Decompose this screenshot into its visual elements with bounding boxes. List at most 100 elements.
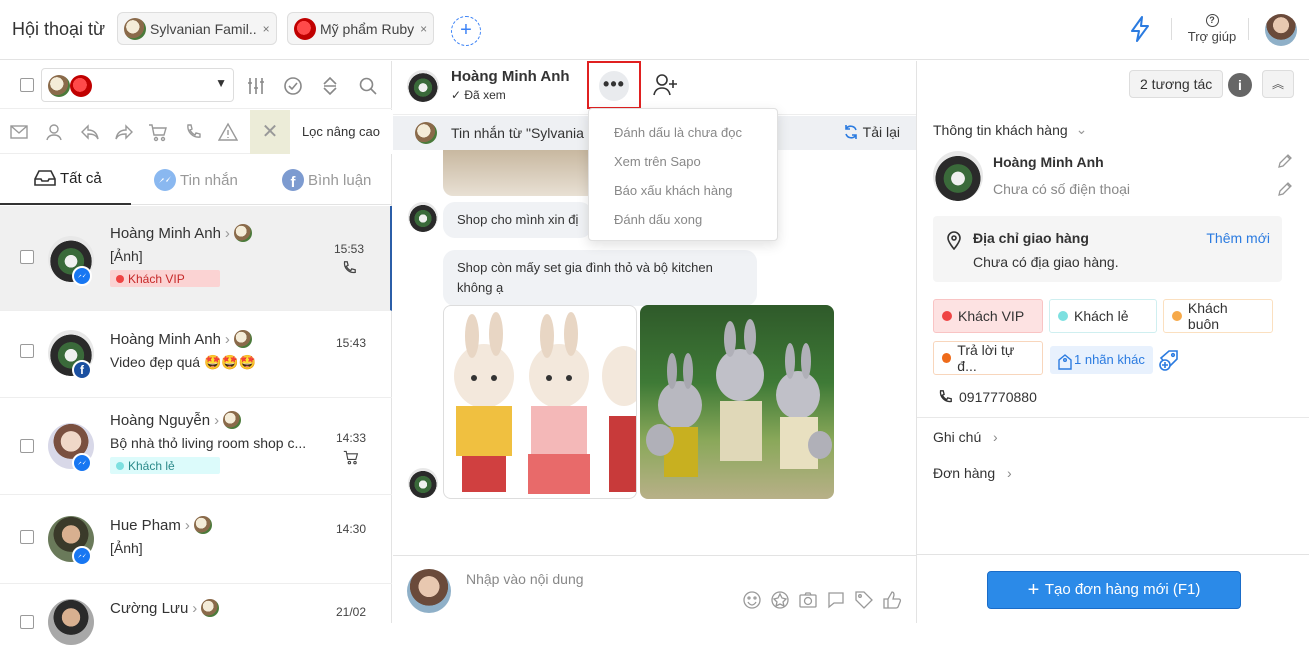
conversation-checkbox[interactable] xyxy=(20,439,34,453)
create-order-button[interactable]: + Tạo đơn hàng mới (F1) xyxy=(987,571,1241,609)
conversation-item[interactable]: Hoàng Nguyễn › Bộ nhà thỏ living room sho… xyxy=(0,399,392,495)
page-avatar xyxy=(193,516,212,534)
camera-icon[interactable] xyxy=(798,590,818,613)
advanced-filter-button[interactable]: Lọc nâng cao xyxy=(290,110,392,154)
tag-khach-vip[interactable]: Khách VIP xyxy=(933,299,1043,333)
chevron-right-icon: › xyxy=(224,330,230,348)
conversation-time: 21/02 xyxy=(335,605,366,619)
sort-icon[interactable] xyxy=(321,76,339,99)
menu-item-mark-unread[interactable]: Đánh dấu là chưa đọc xyxy=(614,125,742,140)
page-tab-sylvanian[interactable]: Sylvanian Famil.. × xyxy=(117,12,277,45)
edit-icon[interactable] xyxy=(1277,181,1293,200)
user-avatar[interactable] xyxy=(1265,14,1297,46)
conversation-item[interactable]: Hoàng Minh Anh › [Ảnh] Khách VIP 15:53 xyxy=(0,206,392,311)
tag-icon[interactable] xyxy=(854,590,874,613)
tag-khach-buon[interactable]: Khách buôn xyxy=(1163,299,1273,333)
conversation-time: 14:33 xyxy=(336,431,366,468)
reload-button[interactable]: Tải lại xyxy=(843,124,900,140)
add-address-link[interactable]: Thêm mới xyxy=(1206,230,1270,246)
conversation-item[interactable]: Hue Pham › [Ảnh] 14:30 xyxy=(0,496,392,584)
refresh-icon xyxy=(844,125,857,139)
page-avatar xyxy=(201,599,220,617)
phone-icon xyxy=(939,390,952,403)
seen-status: ✓ Đã xem xyxy=(451,88,506,102)
close-icon[interactable]: × xyxy=(420,22,427,36)
comment-icon[interactable] xyxy=(826,590,846,613)
forward-icon[interactable] xyxy=(114,123,134,144)
like-icon[interactable] xyxy=(882,590,902,613)
more-tags-button[interactable]: 1 nhãn khác xyxy=(1050,346,1153,374)
chevron-down-icon: ▼ xyxy=(215,76,227,90)
page-selector[interactable]: ▼ xyxy=(41,68,234,102)
message-composer: Nhập vào nội dung xyxy=(393,555,916,623)
tab-messages[interactable]: Tin nhắn xyxy=(154,169,238,191)
conversation-checkbox[interactable] xyxy=(20,615,34,629)
conversation-preview: Bộ nhà thỏ living room shop c... xyxy=(110,435,307,451)
conversation-item[interactable]: f Hoàng Minh Anh › Video đẹp quá 🤩🤩🤩 15:4… xyxy=(0,312,392,398)
shipping-address-title: Địa chỉ giao hàng xyxy=(973,230,1089,246)
search-icon[interactable] xyxy=(358,76,378,99)
bunny-family-image xyxy=(646,319,832,477)
add-tag-icon[interactable] xyxy=(1159,349,1181,374)
message-input[interactable]: Nhập vào nội dung xyxy=(466,571,584,587)
menu-item-view-on-sapo[interactable]: Xem trên Sapo xyxy=(614,154,701,169)
tag-label: Khách lẻ xyxy=(128,458,175,473)
customer-info-header[interactable]: Thông tin khách hàng ⌄ xyxy=(933,121,1087,138)
cart-icon xyxy=(343,450,359,465)
conversation-item[interactable]: Cường Lưu › 21/02 xyxy=(0,585,392,645)
tab-comments[interactable]: f Bình luận xyxy=(282,169,371,191)
customer-name: Hoàng Minh Anh xyxy=(993,154,1104,170)
add-page-button[interactable]: + xyxy=(451,16,481,46)
notes-section[interactable]: Ghi chú › xyxy=(917,417,1309,454)
page-avatar xyxy=(70,75,92,97)
emoji-icon[interactable] xyxy=(742,590,762,613)
chat-header: Hoàng Minh Anh ✓ Đã xem ••• xyxy=(393,61,916,115)
cart-icon[interactable] xyxy=(148,122,168,145)
user-icon[interactable] xyxy=(45,123,63,144)
menu-item-report-customer[interactable]: Báo xấu khách hàng xyxy=(614,183,733,198)
conversation-checkbox[interactable] xyxy=(20,530,34,544)
conversation-time: 15:53 xyxy=(334,242,364,279)
close-icon[interactable]: × xyxy=(263,22,270,36)
more-options-button[interactable]: ••• xyxy=(587,61,641,109)
phone-icon[interactable] xyxy=(184,123,202,144)
sticker-icon[interactable] xyxy=(770,590,790,613)
conversation-checkbox[interactable] xyxy=(20,344,34,358)
clear-filter-icon[interactable]: ✕ xyxy=(250,110,290,154)
tab-comments-label: Bình luận xyxy=(308,171,372,189)
warning-icon[interactable] xyxy=(217,122,239,145)
check-circle-icon[interactable] xyxy=(283,76,303,99)
sliders-icon[interactable] xyxy=(246,76,266,99)
edit-icon[interactable] xyxy=(1277,153,1293,172)
menu-item-mark-done[interactable]: Đánh dấu xong xyxy=(614,212,702,227)
inbox-icon xyxy=(34,170,56,186)
conversation-name: Hoàng Minh Anh › xyxy=(110,224,252,242)
tag-auto-reply[interactable]: Trả lời tự đ... xyxy=(933,341,1043,375)
orders-section[interactable]: Đơn hàng › xyxy=(917,454,1309,491)
divider xyxy=(1171,18,1172,40)
divider xyxy=(1248,18,1249,40)
add-user-icon[interactable] xyxy=(653,73,679,100)
help-button[interactable]: ? Trợ giúp xyxy=(1186,14,1238,44)
select-all-checkbox[interactable] xyxy=(20,78,34,92)
page-tab-label: Mỹ phẩm Ruby xyxy=(320,20,415,37)
page-tab-ruby[interactable]: Mỹ phẩm Ruby × xyxy=(287,12,435,45)
list-toolbar: ▼ xyxy=(0,61,392,109)
message-image[interactable] xyxy=(640,305,834,499)
tag-label: Khách buôn xyxy=(1187,300,1228,332)
message-image[interactable] xyxy=(443,305,637,499)
conversation-name: Cường Lưu › xyxy=(110,599,220,617)
bolt-icon[interactable] xyxy=(1128,16,1152,45)
top-bar: Hội thoại từ Sylvanian Famil.. × Mỹ phẩm… xyxy=(0,0,1309,60)
order-footer: + Tạo đơn hàng mới (F1) xyxy=(917,554,1309,623)
mail-icon[interactable] xyxy=(9,123,29,144)
tag-khach-le[interactable]: Khách lẻ xyxy=(1049,299,1157,333)
conversation-preview: [Ảnh] xyxy=(110,540,143,556)
messenger-badge-icon xyxy=(72,453,92,473)
reply-icon[interactable] xyxy=(80,123,100,144)
tag-label: Trả lời tự đ... xyxy=(957,342,1015,374)
conversation-checkbox[interactable] xyxy=(20,250,34,264)
conversation-name: Hoàng Minh Anh › xyxy=(110,330,252,348)
tab-all[interactable]: Tất cả xyxy=(34,169,102,187)
customer-info-title: Thông tin khách hàng xyxy=(933,121,1068,138)
